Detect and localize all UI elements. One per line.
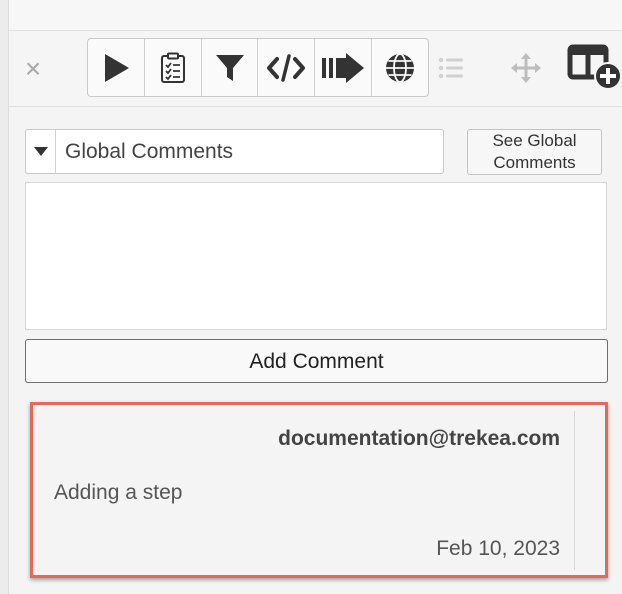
next-step-button[interactable] <box>315 39 373 96</box>
comment-item: documentation@trekea.com Adding a step F… <box>30 402 608 578</box>
top-strip <box>0 0 622 31</box>
code-button[interactable] <box>258 39 316 96</box>
run-button[interactable] <box>88 39 145 96</box>
toolbar-button-group <box>87 38 429 97</box>
layout-add-icon[interactable] <box>567 43 622 91</box>
play-icon <box>104 53 129 82</box>
list-icon[interactable] <box>437 54 465 82</box>
left-panel-edge <box>0 0 9 594</box>
comment-scope-select[interactable]: Global Comments <box>25 129 444 174</box>
web-button[interactable] <box>372 39 428 96</box>
comment-date: Feb 10, 2023 <box>436 537 560 560</box>
comment-text: Adding a step <box>54 481 183 504</box>
comment-input[interactable] <box>25 182 607 330</box>
add-comment-button[interactable]: Add Comment <box>25 339 608 383</box>
arrow-right-icon <box>322 52 365 83</box>
filter-button[interactable] <box>202 39 259 96</box>
filter-icon <box>215 54 244 81</box>
move-icon[interactable] <box>511 53 541 83</box>
globe-icon <box>386 52 415 83</box>
comment-author: documentation@trekea.com <box>278 427 560 450</box>
comment-body: documentation@trekea.com Adding a step F… <box>38 411 575 570</box>
close-button[interactable]: × <box>22 55 44 83</box>
caret-down-icon <box>33 147 48 156</box>
checklist-button[interactable] <box>145 39 202 96</box>
clipboard-checklist-icon <box>160 52 185 83</box>
code-icon <box>267 53 306 82</box>
see-global-comments-button[interactable]: See Global Comments <box>467 129 602 175</box>
comment-scope-value: Global Comments <box>65 140 234 163</box>
dropdown-toggle[interactable] <box>26 130 56 173</box>
